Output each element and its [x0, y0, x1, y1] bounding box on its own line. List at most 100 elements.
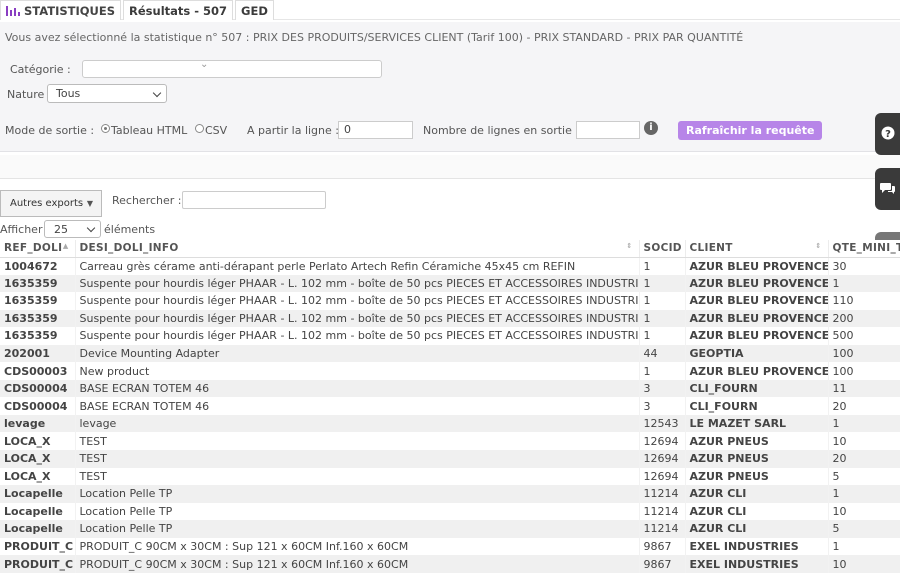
cell-client: AZUR PNEUS — [685, 432, 829, 451]
cell-ref-doli: Locapelle — [0, 485, 76, 503]
cell-socid: 1 — [639, 292, 686, 310]
cell-socid: 9867 — [639, 555, 686, 573]
cell-qte-mini: 500 — [828, 327, 900, 345]
from-line-label: A partir la ligne : — [247, 124, 339, 137]
chat-button[interactable] — [875, 168, 900, 210]
page-size-value: 25 — [54, 223, 68, 236]
column-header-socid[interactable]: SOCID — [639, 240, 686, 258]
tab-resultats[interactable]: Résultats - 507 — [123, 0, 234, 20]
cell-desi-doli-info: Carreau grès cérame anti-dérapant perle … — [75, 257, 640, 275]
nature-label: Nature — [7, 88, 45, 101]
column-header-client[interactable]: CLIENT ⇕ — [685, 240, 829, 258]
cell-client: AZUR BLEU PROVENCE — [685, 257, 829, 275]
cell-qte-mini: 5 — [828, 520, 900, 538]
cell-ref-doli: levage — [0, 414, 76, 433]
from-line-input[interactable]: 0 — [338, 121, 413, 139]
cell-socid: 1 — [639, 327, 686, 345]
column-header-qte-mini[interactable]: QTE_MINI_T — [828, 240, 900, 258]
refresh-query-button[interactable]: Rafraîchir la requête — [678, 121, 823, 140]
cell-qte-mini: 100 — [828, 362, 900, 380]
radio-csv[interactable] — [195, 124, 204, 133]
sort-icon: ⇕ — [626, 242, 633, 250]
tab-statistiques[interactable]: STATISTIQUES — [0, 0, 122, 20]
nature-select[interactable]: Tous — [47, 84, 167, 103]
table-row[interactable]: 1635359 Suspente pour hourdis léger PHAAR… — [0, 309, 900, 328]
table-row[interactable]: Locapelle Location Pelle TP 11214 AZUR CLI 5 — [0, 520, 900, 538]
table-row[interactable]: 1635359 Suspente pour hourdis léger PHAAR… — [0, 292, 900, 310]
tab-ged[interactable]: GED — [235, 0, 274, 20]
chevron-down-icon — [152, 88, 162, 98]
search-input[interactable] — [182, 191, 326, 209]
cell-socid: 12694 — [639, 467, 686, 486]
radio-html-label: Tableau HTML — [111, 124, 188, 137]
export-label: Autres exports — [10, 198, 84, 209]
column-label: CLIENT — [689, 242, 733, 255]
cell-qte-mini: 1 — [828, 485, 900, 503]
cell-qte-mini: 200 — [828, 309, 900, 328]
cell-client: AZUR PNEUS — [685, 467, 829, 486]
table-row[interactable]: 202001 Device Mounting Adapter 44 GEOPTIA 10… — [0, 344, 900, 363]
nature-value: Tous — [56, 87, 81, 100]
table-row[interactable]: Locapelle Location Pelle TP 11214 AZUR CLI 1 — [0, 485, 900, 503]
cell-desi-doli-info: Location Pelle TP — [75, 520, 640, 538]
cell-ref-doli: 1635359 — [0, 292, 76, 310]
column-label: REF_DOLI — [4, 242, 63, 255]
column-label: QTE_MINI_T — [832, 242, 900, 255]
cell-ref-doli: CDS00004 — [0, 379, 76, 398]
other-exports-button[interactable]: Autres exports ▼ — [0, 190, 102, 217]
cell-client: AZUR CLI — [685, 502, 829, 521]
cell-desi-doli-info: Device Mounting Adapter — [75, 344, 640, 363]
column-header-desi-doli-info[interactable]: DESI_DOLI_INFO ⇕ — [75, 240, 640, 258]
table-row[interactable]: 1635359 Suspente pour hourdis léger PHAAR… — [0, 327, 900, 345]
cell-desi-doli-info: TEST — [75, 432, 640, 451]
page-size-select[interactable]: 25 — [44, 220, 101, 238]
help-button[interactable]: ? — [875, 113, 900, 155]
cell-socid: 12694 — [639, 450, 686, 468]
table-row[interactable]: LOCA_X TEST 12694 AZUR PNEUS 20 — [0, 450, 900, 468]
table-row[interactable]: 1004672 Carreau grès cérame anti-dérapant… — [0, 257, 900, 275]
cell-client: CLI_FOURN — [685, 379, 829, 398]
rows-count-input[interactable] — [576, 121, 640, 139]
table-row[interactable]: Locapelle Location Pelle TP 11214 AZUR CLI 1… — [0, 502, 900, 521]
cell-socid: 1 — [639, 274, 686, 293]
table-row[interactable]: 1635359 Suspente pour hourdis léger PHAAR… — [0, 274, 900, 293]
column-label: DESI_DOLI_INFO — [79, 242, 179, 255]
cell-qte-mini: 10 — [828, 555, 900, 573]
chat-icon — [879, 181, 896, 198]
cell-desi-doli-info: Location Pelle TP — [75, 502, 640, 521]
table-row[interactable]: levage levage 12543 LE MAZET SARL 1 — [0, 414, 900, 433]
sort-asc-icon: ▲ — [62, 242, 69, 250]
table-row[interactable]: PRODUIT_C PRODUIT_C 90CM x 30CM : Sup 121… — [0, 537, 900, 556]
table-row[interactable]: CDS00004 BASE ECRAN TOTEM 46 3 CLI_FOURN 11 — [0, 379, 900, 398]
cell-client: AZUR BLEU PROVENCE — [685, 292, 829, 310]
radio-csv-label: CSV — [205, 124, 228, 137]
cell-desi-doli-info: levage — [75, 414, 640, 433]
cell-qte-mini: 5 — [828, 467, 900, 486]
table-row[interactable]: LOCA_X TEST 12694 AZUR PNEUS 10 — [0, 432, 900, 451]
table-row[interactable]: LOCA_X TEST 12694 AZUR PNEUS 5 — [0, 467, 900, 486]
bar-chart-icon — [6, 5, 20, 17]
cell-desi-doli-info: Suspente pour hourdis léger PHAAR - L. 1… — [75, 327, 640, 345]
table-row[interactable]: PRODUIT_C PRODUIT_C 90CM x 30CM : Sup 121… — [0, 555, 900, 573]
rows-count-label: Nombre de lignes en sortie : — [423, 124, 580, 137]
tab-bar: STATISTIQUES Résultats - 507 GED — [0, 0, 900, 20]
elements-label: éléments — [104, 223, 156, 236]
info-icon[interactable]: i — [644, 121, 658, 135]
cell-ref-doli: 1635359 — [0, 309, 76, 328]
cell-qte-mini: 10 — [828, 502, 900, 521]
category-select[interactable]: ⌄ — [82, 59, 382, 78]
cell-qte-mini: 20 — [828, 450, 900, 468]
table-row[interactable]: CDS00003 New product 1 AZUR BLEU PROVENCE 10… — [0, 362, 900, 380]
radio-html[interactable] — [101, 124, 110, 133]
table-row[interactable]: CDS00004 BASE ECRAN TOTEM 46 3 CLI_FOURN 20 — [0, 397, 900, 415]
search-label: Rechercher : — [112, 194, 182, 207]
cell-qte-mini: 1 — [828, 537, 900, 556]
column-header-ref-doli[interactable]: REF_DOLI ▲ — [0, 240, 76, 258]
dropdown-arrow-icon: ▼ — [86, 199, 93, 208]
cell-socid: 12694 — [639, 432, 686, 451]
cell-client: AZUR BLEU PROVENCE — [685, 274, 829, 293]
chevron-down-icon — [86, 223, 96, 233]
cell-client: EXEL INDUSTRIES — [685, 537, 829, 556]
cell-ref-doli: CDS00004 — [0, 397, 76, 415]
tab-label: Résultats - 507 — [129, 3, 228, 18]
